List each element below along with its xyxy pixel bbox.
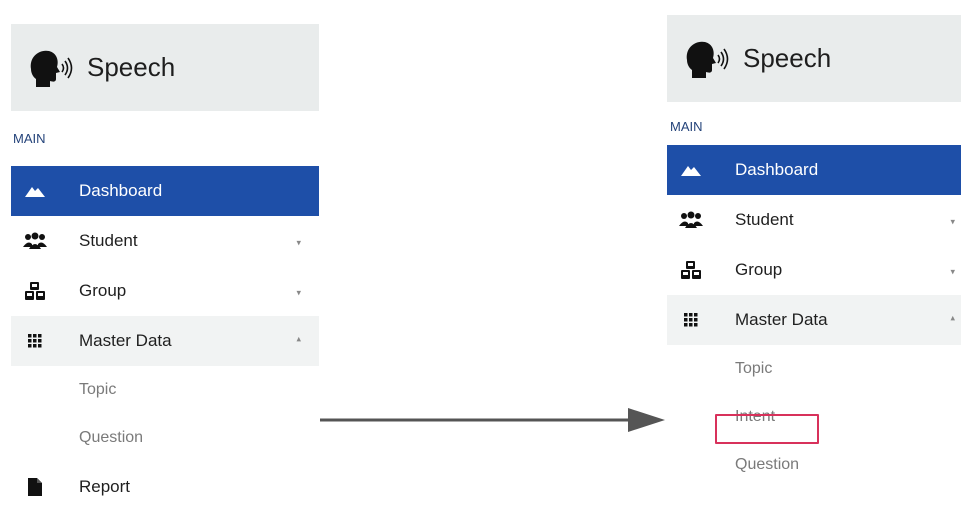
brand-title: Speech [87, 52, 176, 82]
submenu-item-label: Topic [735, 360, 773, 377]
submenu-item-topic[interactable]: Topic [11, 366, 319, 414]
sidebar-item-label: Dashboard [79, 181, 163, 200]
chevron-down-icon: ▾ [296, 237, 301, 248]
submenu-item-question[interactable]: Question [667, 441, 961, 489]
grid-icon [679, 310, 703, 330]
new-item-highlight [715, 414, 819, 444]
mountain-icon [23, 181, 47, 201]
sidebar-item-dashboard[interactable]: Dashboard [11, 166, 319, 216]
sidebar-item-label: Dashboard [735, 160, 819, 179]
chevron-down-icon: ▾ [296, 287, 301, 298]
transition-arrow [320, 408, 665, 432]
sidebar-header: Speech [11, 24, 319, 111]
brand-title: Speech [743, 43, 832, 73]
sidebar-item-label: Student [735, 210, 794, 229]
sidebar-item-student[interactable]: Student ▾ [11, 216, 319, 266]
submenu-item-label: Question [79, 429, 144, 446]
chevron-up-icon: ▴ [950, 312, 955, 323]
sidebar-before: Speech MAIN Dashboard Student ▾ Group ▾ … [11, 24, 319, 499]
sidebar-after: Speech MAIN Dashboard Student ▾ Group ▾ … [667, 15, 961, 499]
sidebar-item-group[interactable]: Group ▾ [667, 245, 961, 295]
sidebar-item-label: Group [79, 281, 127, 300]
submenu-item-topic[interactable]: Topic [667, 345, 961, 393]
sidebar-item-dashboard[interactable]: Dashboard [667, 145, 961, 195]
chevron-down-icon: ▾ [950, 216, 955, 227]
sidebar-item-master-data[interactable]: Master Data ▴ [11, 316, 319, 366]
section-label-main: MAIN [13, 131, 46, 146]
users-icon [23, 231, 47, 251]
section-label-main: MAIN [670, 119, 703, 134]
submenu-item-label: Question [735, 456, 800, 473]
users-icon [679, 210, 703, 230]
sidebar-item-master-data[interactable]: Master Data ▴ [667, 295, 961, 345]
speaking-head-icon [30, 50, 73, 87]
sidebar-item-report[interactable]: Report [11, 462, 319, 512]
sidebar-item-label: Report [79, 477, 131, 496]
cubes-icon [23, 281, 47, 301]
file-icon [23, 477, 47, 497]
submenu-item-question[interactable]: Question [11, 414, 319, 462]
grid-icon [23, 331, 47, 351]
sidebar-item-label: Master Data [79, 331, 172, 350]
cubes-icon [679, 260, 703, 280]
mountain-icon [679, 160, 703, 180]
submenu-item-label: Topic [79, 381, 117, 398]
chevron-up-icon: ▴ [296, 333, 301, 344]
sidebar-item-student[interactable]: Student ▾ [667, 195, 961, 245]
sidebar-item-label: Group [735, 260, 783, 279]
sidebar-item-label: Student [79, 231, 138, 250]
chevron-down-icon: ▾ [950, 266, 955, 277]
sidebar-header: Speech [667, 15, 961, 102]
sidebar-item-label: Master Data [735, 310, 828, 329]
speaking-head-icon [686, 41, 729, 78]
sidebar-item-group[interactable]: Group ▾ [11, 266, 319, 316]
